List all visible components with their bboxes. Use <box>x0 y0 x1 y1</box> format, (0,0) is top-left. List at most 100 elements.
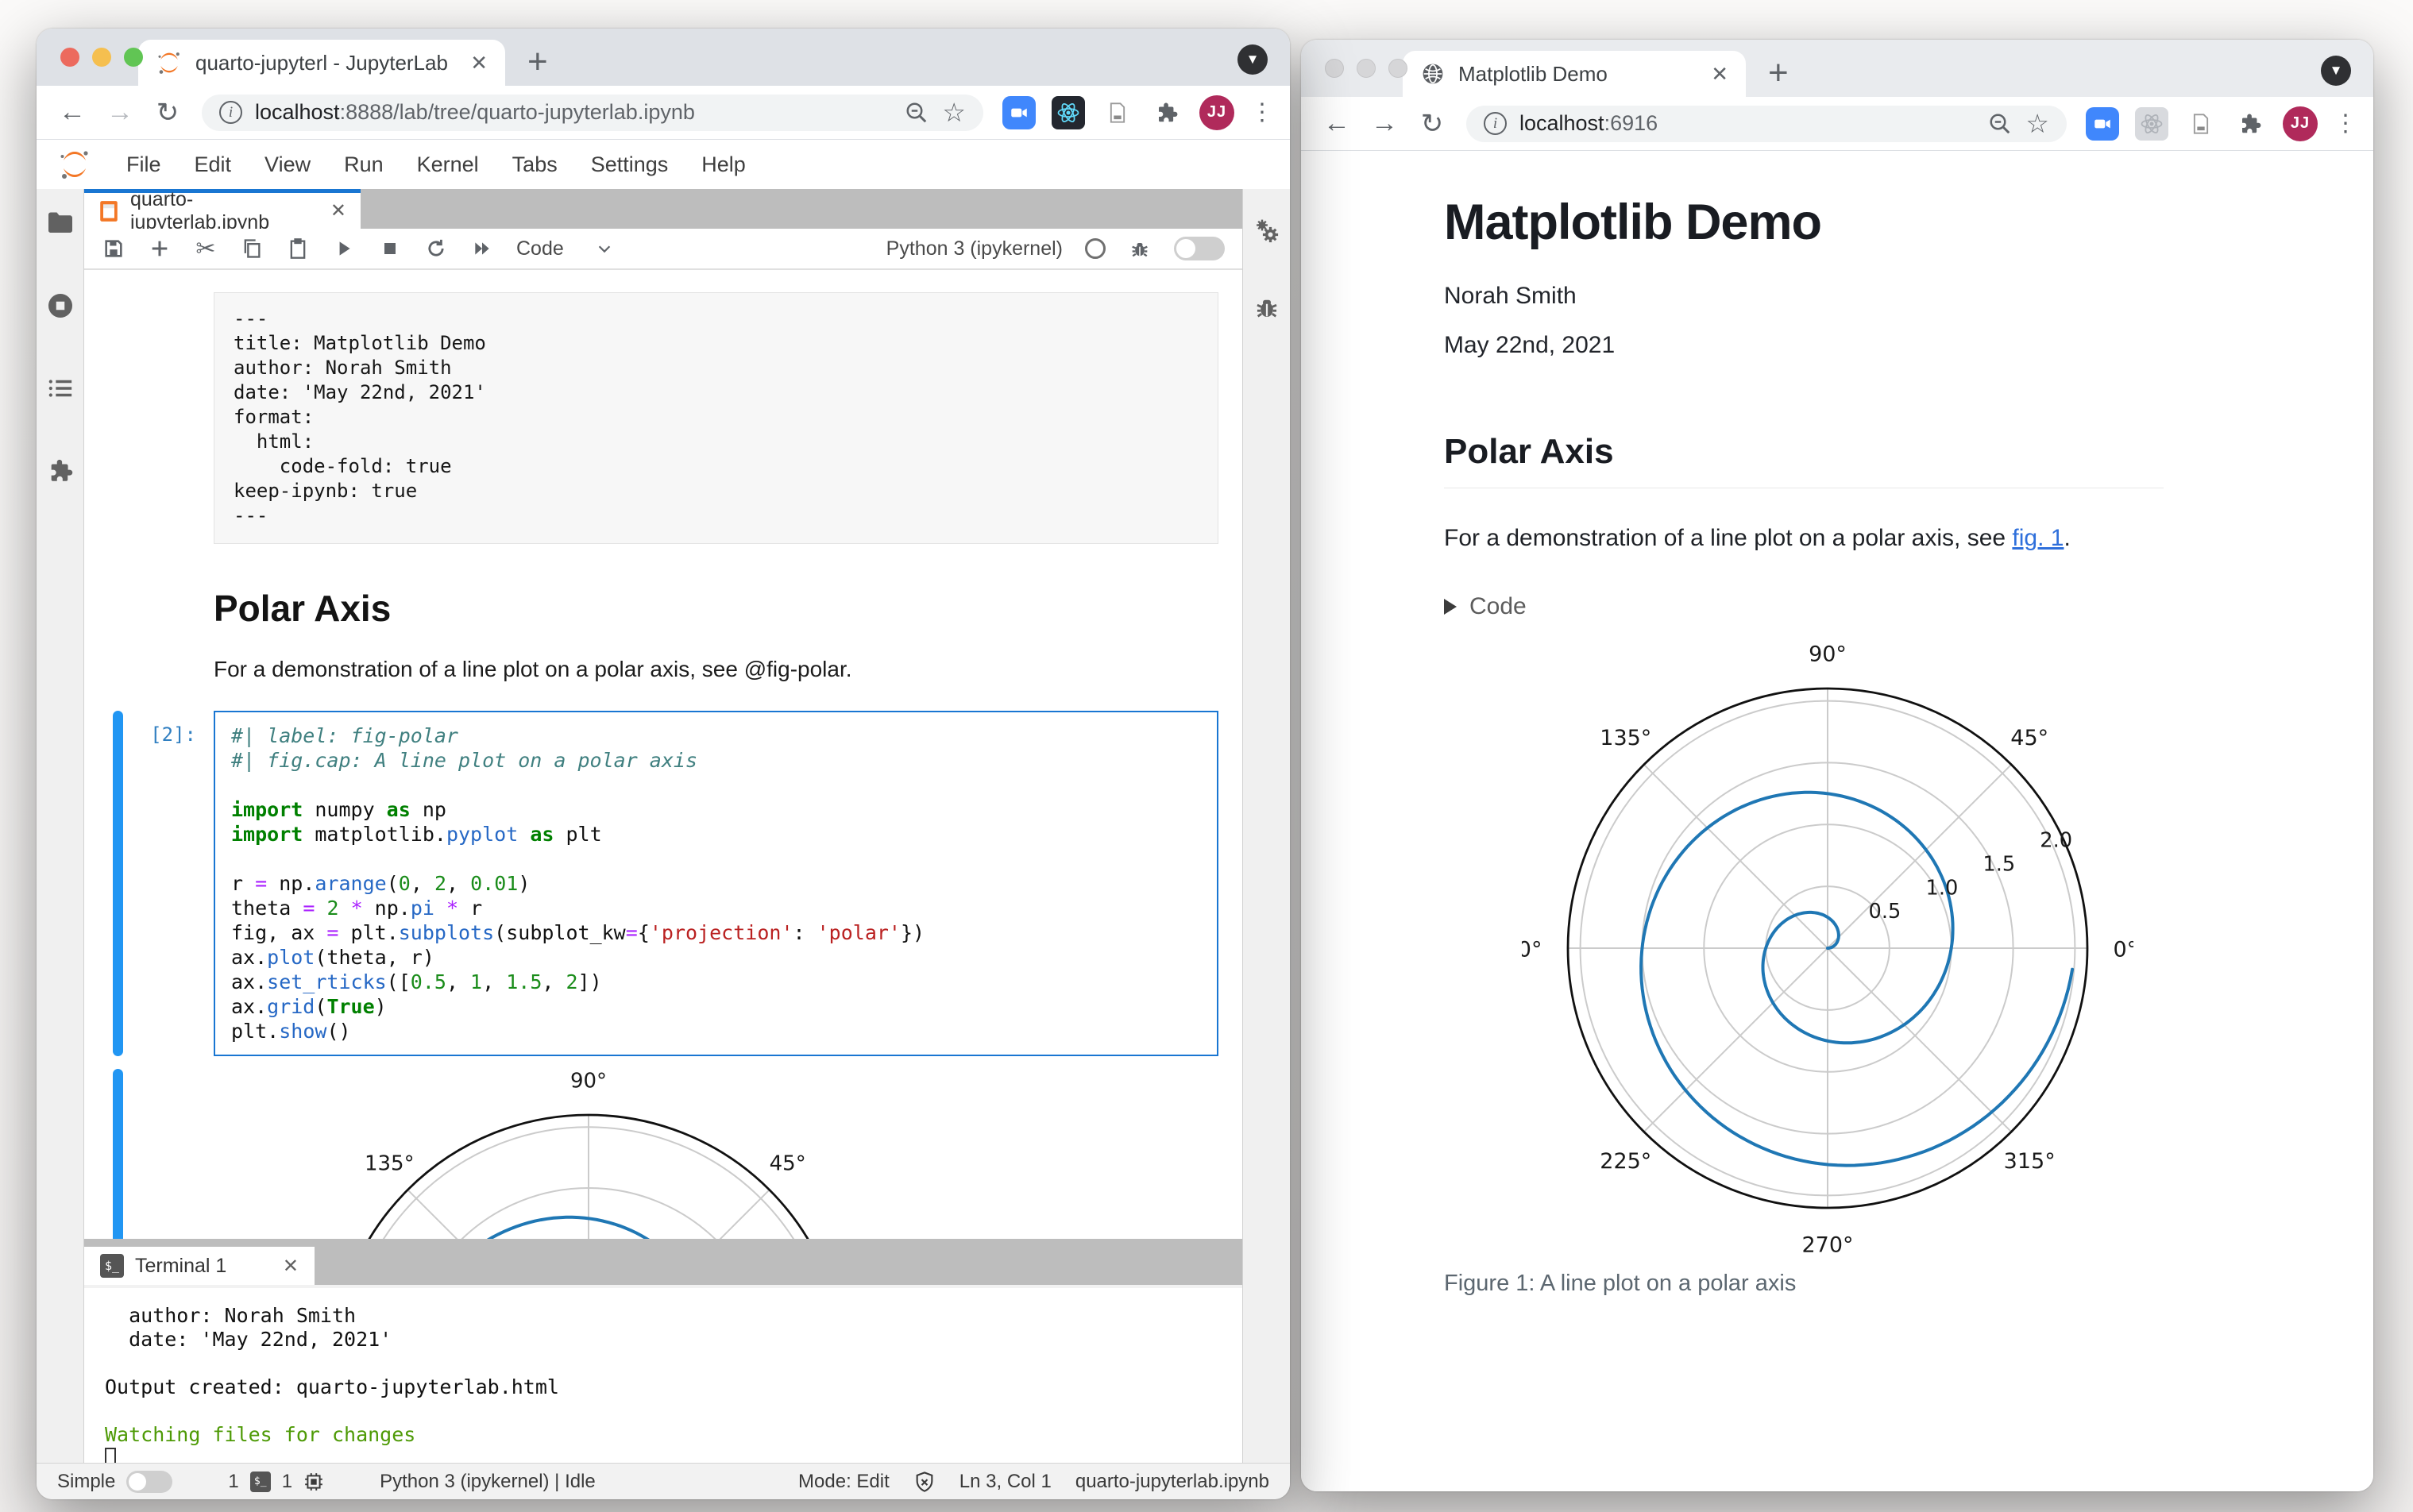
profile-avatar[interactable]: JJ <box>2283 106 2318 141</box>
cell-collapser[interactable] <box>113 587 123 682</box>
running-kernels-icon[interactable] <box>45 291 75 321</box>
extension-manager-icon[interactable] <box>45 456 75 486</box>
trust-shield-icon[interactable] <box>913 1471 936 1493</box>
terminal-tab-close-icon[interactable]: ✕ <box>283 1255 299 1278</box>
bookmark-star-icon[interactable]: ☆ <box>942 97 966 128</box>
extensions-puzzle-icon[interactable] <box>1150 96 1183 129</box>
code-cell[interactable]: [2]: #| label: fig-polar #| fig.cap: A li… <box>84 711 1242 1056</box>
save-icon[interactable] <box>102 237 125 260</box>
close-window-button[interactable] <box>60 48 79 67</box>
minimize-window-button[interactable] <box>1357 59 1376 78</box>
cut-cells-icon[interactable]: ✂ <box>194 236 218 262</box>
restart-kernel-icon[interactable] <box>424 237 448 260</box>
terminal-tab[interactable]: $_ Terminal 1 ✕ <box>84 1247 315 1285</box>
forward-icon[interactable]: → <box>1363 108 1406 139</box>
address-bar[interactable]: i localhost:8888/lab/tree/quarto-jupyter… <box>202 94 983 131</box>
document-extension-icon[interactable] <box>1101 96 1134 129</box>
zoom-out-icon[interactable] <box>904 96 929 129</box>
menu-view[interactable]: View <box>248 152 327 176</box>
code-cell-editor[interactable]: #| label: fig-polar #| fig.cap: A line pl… <box>214 711 1218 1056</box>
tab-close-icon[interactable]: ✕ <box>470 51 488 75</box>
debugger-bug-icon[interactable] <box>1128 237 1152 260</box>
back-icon[interactable]: ← <box>1315 108 1358 139</box>
yaml-cell-editor[interactable]: --- title: Matplotlib Demo author: Norah S… <box>214 292 1218 544</box>
reload-icon[interactable]: ↻ <box>1411 108 1454 140</box>
zoom-out-icon[interactable] <box>1987 107 2013 141</box>
back-icon[interactable]: ← <box>51 97 94 128</box>
menu-run[interactable]: Run <box>327 152 400 176</box>
kernel-status-icon[interactable] <box>1085 238 1106 259</box>
running-sessions-status[interactable]: 1 $_ 1 <box>228 1471 324 1493</box>
zoom-window-button[interactable] <box>1388 59 1407 78</box>
jupyterlab-menu-items: File Edit View Run Kernel Tabs Settings Help <box>110 152 763 177</box>
figure-link[interactable]: fig. 1 <box>2012 525 2064 551</box>
paste-cells-icon[interactable] <box>286 237 310 260</box>
notebook-tab[interactable]: quarto-jupyterlab.ipynb ✕ <box>84 188 361 233</box>
tab-search-button[interactable]: ▼ <box>1237 44 1268 75</box>
collaboration-toggle[interactable] <box>1174 237 1225 260</box>
stop-kernel-icon[interactable] <box>378 237 402 260</box>
quarto-rendered-page[interactable]: Matplotlib Demo Norah Smith May 22nd, 20… <box>1301 151 2373 1491</box>
yaml-raw-cell[interactable]: --- title: Matplotlib Demo author: Norah S… <box>84 292 1242 544</box>
property-inspector-gears-icon[interactable] <box>1252 216 1282 246</box>
notebook-content[interactable]: --- title: Matplotlib Demo author: Norah S… <box>84 270 1242 1239</box>
new-tab-button[interactable]: + <box>1768 56 1789 91</box>
output-collapser[interactable] <box>113 1069 123 1239</box>
debugger-sidebar-bug-icon[interactable] <box>1252 292 1282 322</box>
simple-mode-toggle[interactable]: Simple <box>57 1470 173 1493</box>
macos-traffic-lights[interactable] <box>1325 59 1407 78</box>
zoom-meeting-extension-icon[interactable] <box>2086 106 2119 141</box>
simple-toggle-switch[interactable] <box>126 1470 173 1493</box>
menu-kernel[interactable]: Kernel <box>400 152 496 176</box>
active-file-label[interactable]: quarto-jupyterlab.ipynb <box>1075 1471 1269 1493</box>
code-line: ax.grid(True) <box>231 995 387 1018</box>
menu-help[interactable]: Help <box>685 152 763 176</box>
browser-menu-icon[interactable]: ⋮ <box>2334 110 2357 137</box>
file-browser-icon[interactable] <box>45 208 75 238</box>
minimize-window-button[interactable] <box>92 48 111 67</box>
add-cell-icon[interactable] <box>148 237 172 260</box>
terminal-line: author: Norah Smith <box>105 1304 357 1327</box>
browser-tab-matplotlib-demo[interactable]: Matplotlib Demo ✕ <box>1403 51 1746 97</box>
profile-avatar[interactable]: JJ <box>1199 94 1234 130</box>
reload-icon[interactable]: ↻ <box>146 97 189 129</box>
tab-close-icon[interactable]: ✕ <box>1711 62 1728 87</box>
restart-run-all-icon[interactable] <box>470 237 494 260</box>
tab-search-button[interactable]: ▼ <box>2321 56 2351 86</box>
notebook-tab-close-icon[interactable]: ✕ <box>330 199 346 222</box>
document-extension-icon[interactable] <box>2184 107 2218 141</box>
react-devtools-extension-icon[interactable] <box>1052 95 1085 129</box>
extensions-puzzle-icon[interactable] <box>2233 107 2267 141</box>
bookmark-star-icon[interactable]: ☆ <box>2025 108 2049 139</box>
browser-tab-jupyterlab[interactable]: quarto-jupyterl - JupyterLab ✕ <box>138 40 505 86</box>
cell-type-dropdown[interactable]: Code <box>516 237 613 260</box>
close-window-button[interactable] <box>1325 59 1344 78</box>
cell-collapser[interactable] <box>113 292 123 544</box>
zoom-window-button[interactable] <box>124 48 143 67</box>
react-devtools-extension-icon[interactable] <box>2135 106 2168 141</box>
menu-tabs[interactable]: Tabs <box>496 152 574 176</box>
kernel-status-label[interactable]: Python 3 (ipykernel) | Idle <box>380 1471 596 1493</box>
copy-cells-icon[interactable] <box>240 237 264 260</box>
browser-menu-icon[interactable]: ⋮ <box>1250 98 1274 126</box>
markdown-cell[interactable]: Polar Axis For a demonstration of a line… <box>84 587 1242 682</box>
kernel-name-label[interactable]: Python 3 (ipykernel) <box>886 237 1063 260</box>
cell-collapser[interactable] <box>113 711 123 1056</box>
address-bar[interactable]: i localhost:6916 ☆ <box>1466 105 2067 142</box>
output-cell[interactable]: 0°45°90°135°180°225°270°315°0.51.01.52.0 <box>84 1069 1242 1239</box>
terminal-output[interactable]: author: Norah Smith date: 'May 22nd, 202… <box>84 1285 1242 1468</box>
new-tab-button[interactable]: + <box>527 44 548 79</box>
mode-label[interactable]: Mode: Edit <box>798 1471 890 1493</box>
run-cell-icon[interactable] <box>332 237 356 260</box>
macos-traffic-lights[interactable] <box>60 48 143 67</box>
site-info-icon[interactable]: i <box>1484 112 1507 135</box>
zoom-meeting-extension-icon[interactable] <box>1002 95 1036 129</box>
code-fold-toggle[interactable]: Code <box>1444 593 2164 620</box>
menu-file[interactable]: File <box>110 152 178 176</box>
forward-icon[interactable]: → <box>98 97 141 128</box>
table-of-contents-icon[interactable] <box>45 373 75 403</box>
menu-settings[interactable]: Settings <box>574 152 685 176</box>
site-info-icon[interactable]: i <box>219 101 242 124</box>
cursor-position-label[interactable]: Ln 3, Col 1 <box>959 1471 1052 1493</box>
menu-edit[interactable]: Edit <box>178 152 249 176</box>
